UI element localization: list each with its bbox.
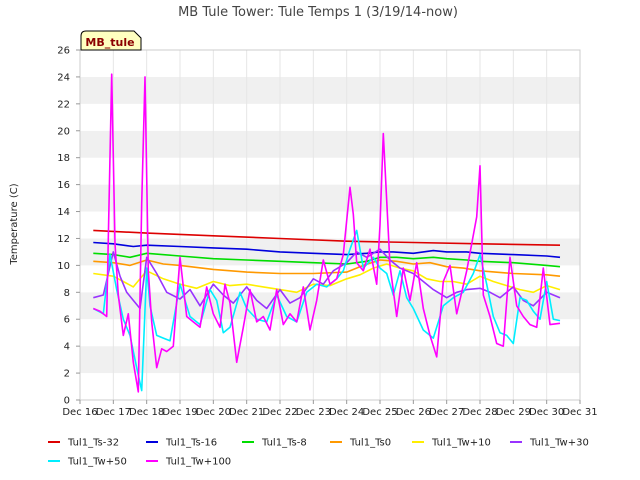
legend-label: Tul1_Ts-32	[67, 438, 119, 449]
legend-item: Tul1_Ts-32	[48, 438, 119, 449]
grid-band	[80, 157, 580, 185]
legend: Tul1_Ts-32 Tul1_Ts-16 Tul1_Ts-8 Tul1_Ts0 Tul…	[48, 438, 589, 468]
x-axis-ticks: Dec 16Dec 17Dec 18Dec 19Dec 20Dec 21Dec …	[62, 400, 598, 418]
x-tick-label: Dec 18	[129, 407, 164, 418]
x-tick-label: Dec 26	[396, 407, 431, 418]
y-tick-label: 20	[57, 126, 70, 137]
x-tick-label: Dec 24	[329, 407, 364, 418]
x-tick-label: Dec 20	[196, 407, 231, 418]
y-tick-label: 24	[57, 72, 70, 83]
legend-item: Tul1_Ts0	[330, 438, 391, 449]
x-tick-label: Dec 29	[496, 407, 531, 418]
x-tick-label: Dec 27	[429, 407, 464, 418]
x-tick-label: Dec 21	[229, 407, 264, 418]
y-tick-label: 22	[57, 99, 70, 110]
badge-label: MB_tule	[85, 36, 134, 49]
y-tick-label: 12	[57, 234, 70, 245]
legend-item: Tul1_Ts-8	[242, 438, 307, 449]
legend-item: Tul1_Tw+100	[146, 457, 231, 468]
y-tick-label: 2	[64, 369, 70, 380]
legend-item: Tul1_Tw+10	[412, 438, 491, 449]
y-tick-label: 14	[57, 207, 70, 218]
y-axis-ticks: 02468101214161820222426	[57, 46, 80, 407]
grid-band	[80, 184, 580, 212]
grid-band	[80, 373, 580, 400]
y-tick-label: 10	[57, 261, 70, 272]
grid-band	[80, 130, 580, 158]
x-tick-label: Dec 16	[62, 407, 97, 418]
x-tick-label: Dec 31	[562, 407, 597, 418]
legend-label: Tul1_Tw+10	[431, 438, 491, 449]
y-tick-label: 18	[57, 153, 70, 164]
x-tick-label: Dec 30	[529, 407, 564, 418]
chart: MB Tule Tower: Tule Temps 1 (3/19/14-now…	[9, 5, 598, 468]
x-tick-label: Dec 28	[462, 407, 497, 418]
x-tick-label: Dec 17	[96, 407, 131, 418]
y-axis-label: Temperature (C)	[9, 183, 20, 265]
legend-label: Tul1_Tw+30	[529, 438, 589, 449]
grid-band	[80, 50, 580, 77]
y-tick-label: 16	[57, 180, 70, 191]
x-tick-label: Dec 25	[362, 407, 397, 418]
grid-band	[80, 103, 580, 131]
y-tick-label: 6	[64, 315, 70, 326]
legend-item: Tul1_Ts-16	[146, 438, 217, 449]
grid-band	[80, 211, 580, 239]
x-tick-label: Dec 22	[262, 407, 297, 418]
legend-label: Tul1_Tw+50	[67, 457, 127, 468]
y-tick-label: 0	[64, 396, 70, 407]
y-tick-label: 4	[64, 342, 70, 353]
legend-label: Tul1_Ts-8	[261, 438, 307, 449]
x-tick-label: Dec 19	[162, 407, 197, 418]
station-badge: MB_tule	[80, 30, 142, 51]
legend-item: Tul1_Tw+30	[510, 438, 589, 449]
legend-label: Tul1_Tw+100	[165, 457, 231, 468]
legend-label: Tul1_Ts0	[349, 438, 391, 449]
legend-label: Tul1_Ts-16	[165, 438, 217, 449]
y-tick-label: 8	[64, 288, 70, 299]
x-tick-label: Dec 23	[296, 407, 331, 418]
legend-item: Tul1_Tw+50	[48, 457, 127, 468]
grid-band	[80, 76, 580, 104]
chart-title: MB Tule Tower: Tule Temps 1 (3/19/14-now…	[178, 5, 458, 20]
y-tick-label: 26	[57, 46, 70, 57]
